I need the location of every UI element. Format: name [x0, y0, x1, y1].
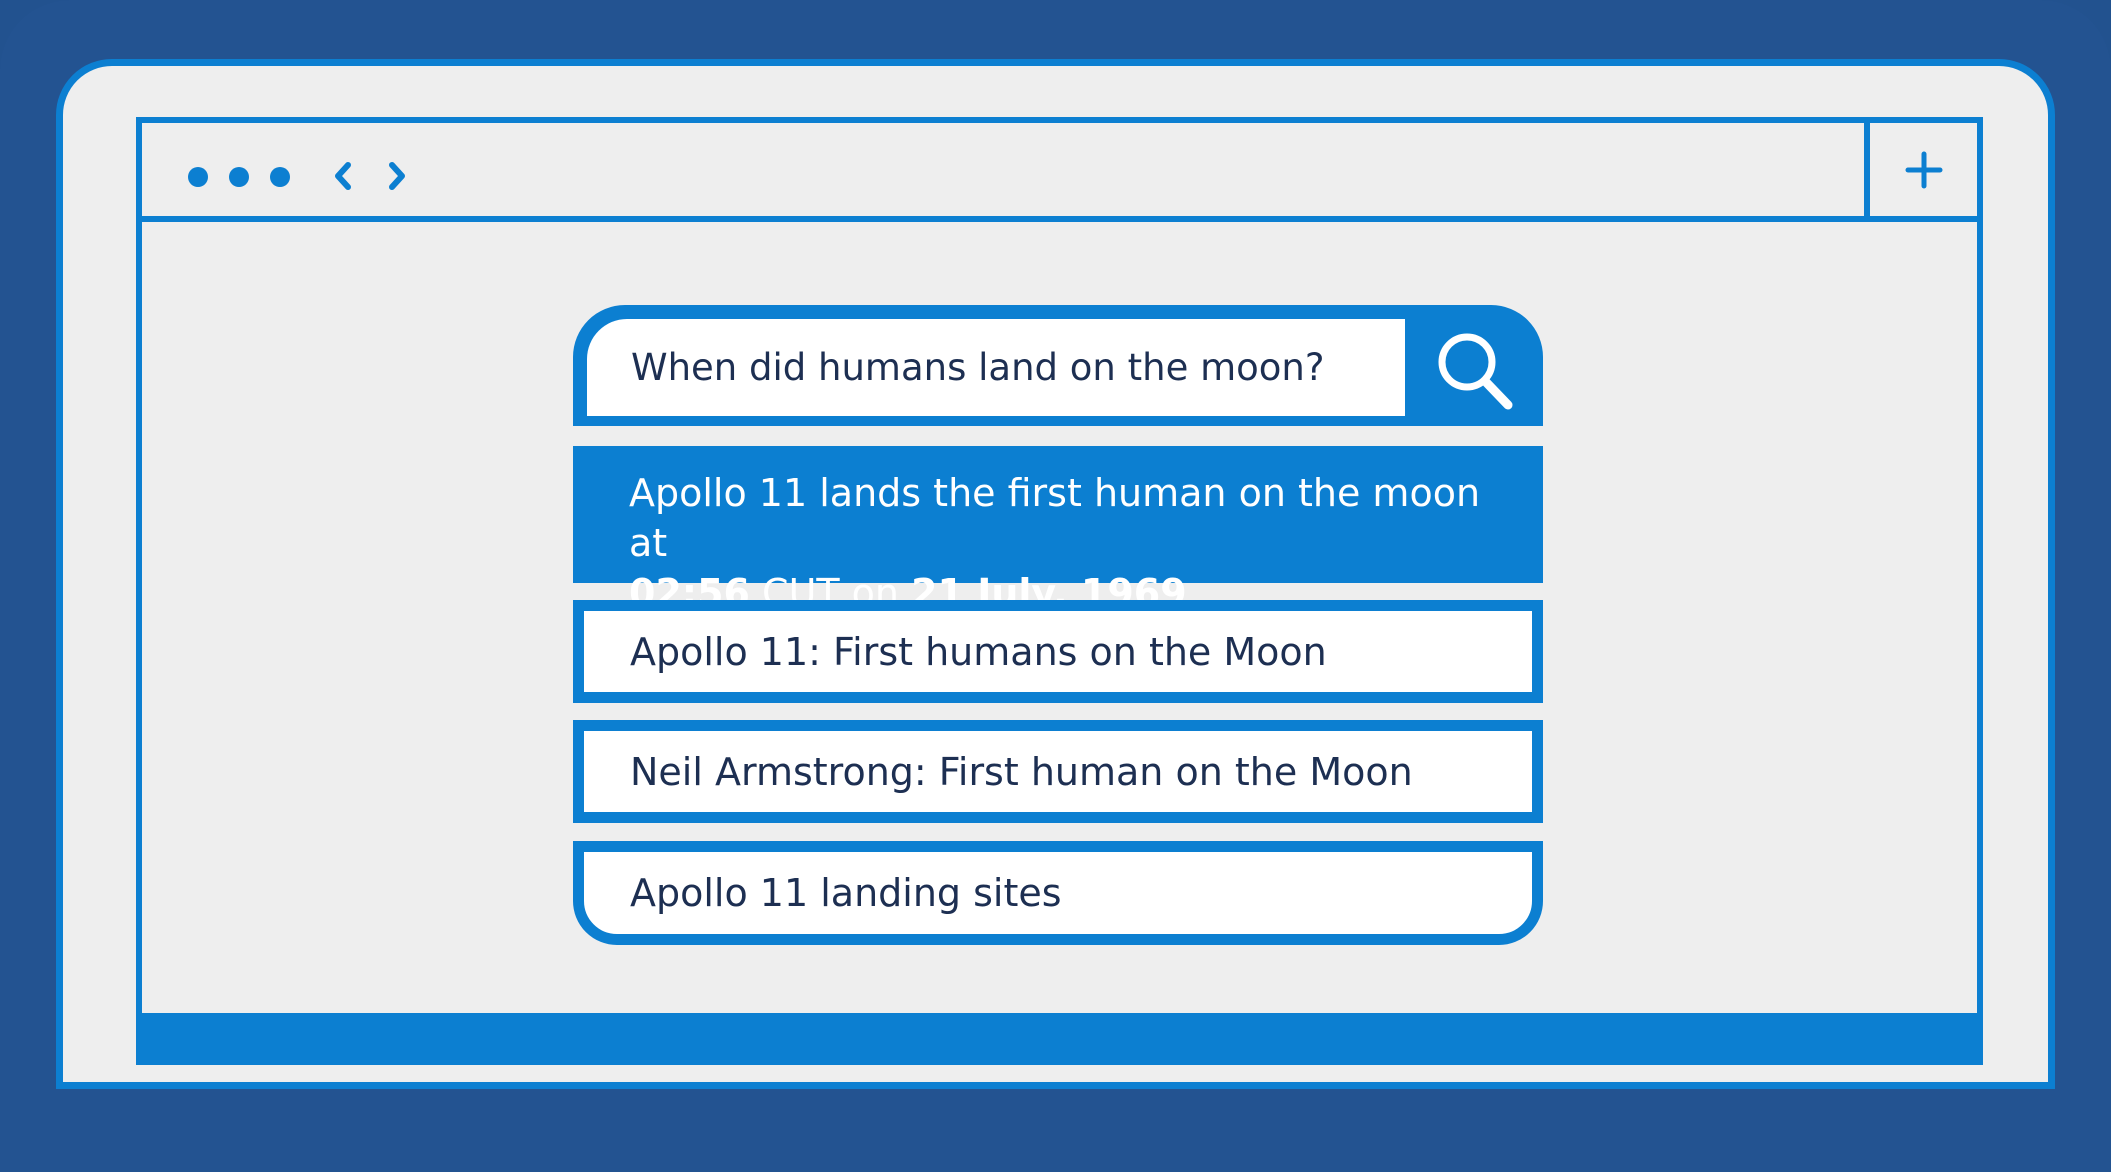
search-result-item[interactable]: Apollo 11: First humans on the Moon: [573, 600, 1543, 703]
plus-icon: [1905, 151, 1943, 189]
search-query-text: When did humans land on the moon?: [631, 346, 1325, 389]
search-icon: [1438, 333, 1513, 410]
featured-answer-text: Apollo 11 lands the first human on the m…: [629, 471, 1481, 565]
search-result-label: Neil Armstrong: First human on the Moon: [630, 749, 1413, 794]
search-result-label: Apollo 11 landing sites: [630, 871, 1062, 915]
search-result-label: Apollo 11: First humans on the Moon: [630, 629, 1327, 674]
window-dot-icon[interactable]: [270, 167, 290, 187]
browser-status-bar: [142, 1013, 1977, 1059]
search-bar: When did humans land on the moon?: [573, 305, 1543, 426]
new-tab-button[interactable]: [1864, 123, 1977, 216]
search-result-item[interactable]: Apollo 11 landing sites: [573, 841, 1543, 945]
chevron-left-icon: [335, 162, 351, 190]
forward-button[interactable]: [382, 159, 412, 193]
chevron-right-icon: [389, 162, 405, 190]
search-input[interactable]: When did humans land on the moon?: [587, 319, 1405, 416]
featured-answer[interactable]: Apollo 11 lands the first human on the m…: [573, 446, 1543, 615]
search-result-item[interactable]: Neil Armstrong: First human on the Moon: [573, 720, 1543, 823]
window-dot-icon[interactable]: [229, 167, 249, 187]
browser-toolbar: [142, 123, 1977, 222]
window-dot-icon[interactable]: [188, 167, 208, 187]
back-button[interactable]: [328, 159, 358, 193]
search-button[interactable]: [1431, 325, 1521, 415]
